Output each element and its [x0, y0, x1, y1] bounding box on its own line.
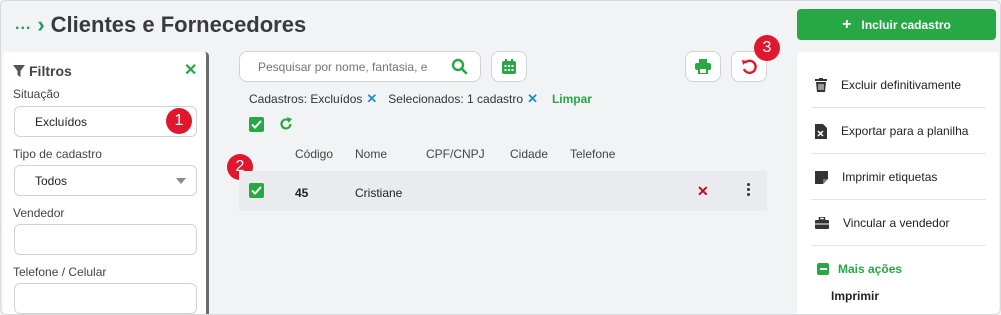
delete-icon[interactable]: ✕: [697, 183, 709, 200]
filters-title: Filtros: [29, 63, 72, 79]
column-header-cidade[interactable]: Cidade: [510, 147, 548, 161]
tipo-cadastro-label: Tipo de cadastro: [13, 147, 102, 161]
check-icon: [251, 120, 262, 129]
vendedor-label: Vendedor: [13, 206, 65, 220]
more-actions-toggle[interactable]: Mais ações: [817, 262, 902, 276]
search-box: [239, 51, 481, 82]
print-button[interactable]: [685, 51, 721, 82]
remove-selecionados-icon[interactable]: ✕: [527, 91, 538, 107]
clear-filters-link[interactable]: Limpar: [552, 92, 592, 106]
action-excluir-definitivamente[interactable]: Excluir definitivamente: [815, 62, 985, 108]
app-frame: ... › Clientes e Fornecedores + Incluir …: [0, 0, 1001, 315]
divider: [811, 245, 986, 246]
undo-icon: [742, 59, 757, 74]
filter-chip-cadastros: Cadastros: Excluídos: [249, 92, 363, 106]
search-icon[interactable]: [451, 58, 468, 75]
search-input[interactable]: [258, 59, 428, 74]
column-header-codigo[interactable]: Código: [295, 147, 333, 161]
column-header-telefone[interactable]: Telefone: [570, 147, 615, 161]
action-exportar-planilha[interactable]: Exportar para a planilha: [815, 108, 985, 154]
filters-header: Filtros: [13, 63, 72, 79]
trash-icon: [815, 78, 827, 92]
tipo-cadastro-value: Todos: [35, 173, 68, 188]
chevron-down-icon: [176, 178, 186, 184]
close-filters-icon[interactable]: ✕: [184, 60, 197, 80]
breadcrumb[interactable]: ...: [15, 16, 31, 34]
action-label: Exportar para a planilha: [841, 124, 969, 138]
telefone-label: Telefone / Celular: [13, 265, 107, 279]
action-vincular-vendedor[interactable]: Vincular a vendedor: [815, 200, 985, 246]
situacao-label: Situação: [13, 87, 60, 101]
collapse-icon: [817, 263, 829, 275]
refresh-icon[interactable]: [279, 117, 293, 131]
remove-cadastros-icon[interactable]: ✕: [366, 91, 377, 107]
funnel-icon: [13, 65, 25, 77]
callout-badge-3: 3: [754, 35, 780, 61]
plus-icon: +: [842, 15, 852, 33]
vendedor-field[interactable]: [14, 224, 197, 255]
row-nome: Cristiane: [355, 186, 403, 200]
calendar-icon: [502, 59, 516, 74]
filter-chip-selecionados: Selecionados: 1 cadastro: [388, 92, 524, 106]
excel-file-icon: [815, 123, 827, 139]
row-checkbox[interactable]: [249, 183, 264, 198]
active-filters: Cadastros: Excluídos ✕ Selecionados: 1 c…: [249, 91, 592, 107]
page-header: ... › Clientes e Fornecedores: [15, 12, 306, 38]
column-header-cpf-cnpj[interactable]: CPF/CNPJ: [426, 147, 485, 161]
action-label: Excluir definitivamente: [841, 78, 962, 92]
label-icon: [815, 170, 828, 184]
row-codigo: 45: [295, 186, 309, 200]
column-header-nome[interactable]: Nome: [355, 147, 387, 161]
print-action[interactable]: Imprimir: [831, 289, 879, 303]
tipo-cadastro-select[interactable]: Todos: [14, 165, 197, 196]
telefone-field[interactable]: [14, 283, 197, 314]
add-record-label: Incluir cadastro: [861, 17, 951, 32]
select-all-checkbox[interactable]: [249, 117, 264, 132]
situacao-value: Excluídos: [35, 114, 88, 129]
table-row[interactable]: 45 Cristiane ✕: [239, 171, 767, 211]
more-options-icon[interactable]: [747, 183, 750, 196]
action-label: Imprimir etiquetas: [842, 170, 938, 184]
filters-sidebar: Filtros ✕ Situação Excluídos Tipo de cad…: [3, 52, 209, 314]
printer-icon: [695, 59, 711, 74]
more-actions-label: Mais ações: [838, 262, 903, 276]
page-title: Clientes e Fornecedores: [50, 12, 307, 37]
callout-badge-1: 1: [166, 108, 192, 134]
breadcrumb-chevron-icon: ›: [37, 12, 45, 37]
check-icon: [251, 186, 262, 195]
briefcase-icon: [815, 217, 829, 229]
action-imprimir-etiquetas[interactable]: Imprimir etiquetas: [815, 154, 985, 200]
action-label: Vincular a vendedor: [843, 216, 950, 230]
calendar-button[interactable]: [491, 51, 527, 82]
actions-panel: Excluir definitivamente Exportar para a …: [797, 52, 999, 314]
add-record-button[interactable]: + Incluir cadastro: [797, 9, 996, 40]
